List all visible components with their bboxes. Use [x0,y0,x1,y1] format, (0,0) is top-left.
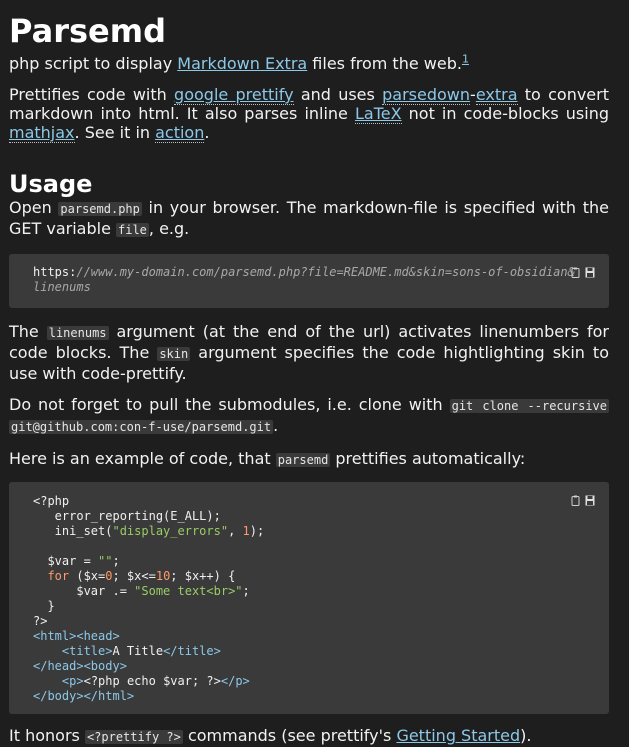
intro-paragraph: Prettifies code with google prettify and… [9,85,610,143]
save-icon[interactable] [585,267,595,278]
code-line: ini_set("display_errors", 1); [33,524,265,538]
latex-link[interactable]: LaTeX [354,104,402,124]
code-line: $var .= "Some text<br>"; [33,584,250,598]
submodules-paragraph: Do not forget to pull the submodules, i.… [9,395,610,435]
example-paragraph: Here is an example of code, that parsemd… [9,449,526,468]
code-line: <title>A Title</title> [61,644,221,658]
mathjax-link[interactable]: mathjax [9,123,75,143]
copy-icon[interactable] [571,267,581,278]
code-line: } [33,599,55,613]
footnote-link[interactable]: 1 [462,53,469,66]
page-title: Parsemd [9,12,166,50]
tagline: php script to display Markdown Extra fil… [9,52,469,73]
inline-code-parsemd: parsemd [275,453,331,467]
code-line: for ($x=0; $x<=10; $x++) { [33,569,236,583]
inline-code-git-clone: git clone --recursive [449,399,610,413]
code-toolbar [571,267,595,278]
save-icon[interactable] [585,495,595,506]
action-link[interactable]: action [155,123,205,143]
copy-icon[interactable] [571,495,581,506]
code-line: ?> [33,614,48,628]
inline-code-file: file [116,223,149,237]
code-line: $var = ""; [33,554,120,568]
url-code-block: https://www.my-domain.com/parsemd.php?fi… [9,254,609,308]
markdown-extra-link[interactable]: Markdown Extra [177,54,307,73]
linenums-paragraph: The linenums argument (at the end of the… [9,322,610,383]
code-line: <?php [33,494,70,508]
inline-code-linenums: linenums [46,326,109,340]
parsedown-link[interactable]: parsedown [382,85,471,105]
code-line: </head><body> [33,659,127,673]
usage-heading: Usage [9,170,93,198]
php-code-block: <?php error_reporting(E_ALL); ini_set("d… [9,482,609,714]
getting-started-link[interactable]: Getting Started [396,726,520,745]
code-line: </body></html> [33,689,135,703]
code-line: error_reporting(E_ALL); [33,509,221,523]
inline-code-skin: skin [157,347,191,361]
honors-paragraph: It honors <?prettify ?> commands (see pr… [9,726,532,745]
inline-code-prettify: <?prettify ?> [84,730,183,744]
inline-code-repo: git@github.com:con-f-use/parsemd.git [9,420,274,434]
inline-code-parsemd-php: parsemd.php [58,202,142,216]
google-prettify-link[interactable]: google prettify [174,85,294,105]
open-paragraph: Open parsemd.php in your browser. The ma… [9,198,609,238]
code-line: <html><head> [33,629,120,643]
code-toolbar [571,495,595,506]
document: Parsemd php script to display Markdown E… [9,0,610,747]
extra-link[interactable]: extra [475,85,518,105]
code-line: <p><?php echo $var; ?></p> [61,674,250,688]
